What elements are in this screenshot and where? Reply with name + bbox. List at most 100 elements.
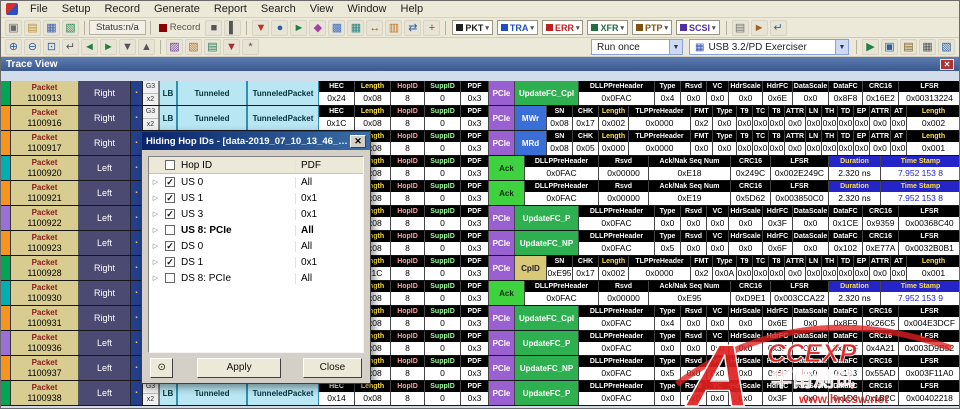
statistics-icon[interactable]: ▥ <box>385 20 402 36</box>
field-type[interactable]: Type0x4 <box>655 306 681 330</box>
tunneled-packet-cell[interactable]: TunneledPacket <box>247 381 319 405</box>
close-button[interactable]: Close <box>303 358 362 378</box>
field-ack-nak-seq-num[interactable]: Ack/Nak Seq Num0xE19 <box>649 181 731 205</box>
settings-icon[interactable]: * <box>242 39 259 55</box>
field-suppid[interactable]: SuppID0 <box>425 231 461 255</box>
packet-cell[interactable]: Packet1100920 <box>11 156 79 180</box>
direction-cell[interactable]: Left <box>79 206 131 230</box>
field-vc[interactable]: VC0x0 <box>707 331 729 355</box>
field-hdrscale[interactable]: HdrScale0x0 <box>729 381 763 405</box>
field-hopid[interactable]: HopID8 <box>391 106 425 130</box>
field-hdrfc[interactable]: HdrFC0x6F <box>763 231 793 255</box>
menu-search[interactable]: Search <box>254 2 303 16</box>
field-pdf[interactable]: PDF0x3 <box>461 381 489 405</box>
packet-type-pcie[interactable]: PCIe <box>489 81 515 105</box>
field-pdf[interactable]: PDF0x3 <box>461 206 489 230</box>
field-datafc[interactable]: DataFC0x102 <box>829 231 863 255</box>
packet-cell[interactable]: Packet1100923 <box>11 231 79 255</box>
hop-id-checkbox[interactable] <box>162 273 178 283</box>
apply-button[interactable]: Apply <box>197 358 281 378</box>
field-vc[interactable]: VC0x0 <box>707 206 729 230</box>
field-type[interactable]: Type0x5 <box>655 231 681 255</box>
packet-cell[interactable]: Packet1100938 <box>11 381 79 405</box>
field-type[interactable]: Type0x0 <box>655 331 681 355</box>
field-hopid[interactable]: HopID8 <box>391 256 425 280</box>
field-vc[interactable]: VC0x0 <box>707 306 729 330</box>
expander-icon[interactable]: ▷ <box>149 242 162 250</box>
field-length[interactable]: Length0x002 <box>599 106 629 130</box>
packet-type-pcie[interactable]: PCIe <box>489 206 515 230</box>
field-attr[interactable]: ATTR0x0 <box>785 106 806 130</box>
field-datascale[interactable]: DataScale0x0 <box>793 306 829 330</box>
packet-type-mrd[interactable]: MRd <box>515 131 547 155</box>
field-ln[interactable]: LN0x0 <box>806 131 822 155</box>
packet-type-ack[interactable]: Ack <box>489 281 525 305</box>
field-tc[interactable]: TC0x0 <box>753 106 769 130</box>
field-length[interactable]: Length0x002 <box>599 256 629 280</box>
field-crc16[interactable]: CRC160x4A21 <box>863 331 899 355</box>
field-chk[interactable]: CHK0x17 <box>573 106 599 130</box>
packet-type-updatefc-cpl[interactable]: UpdateFC_Cpl <box>515 306 579 330</box>
field-hdrfc[interactable]: HdrFC0x6E <box>763 81 793 105</box>
packet-type-pcie[interactable]: PCIe <box>489 256 515 280</box>
packet-cell[interactable]: Packet1100916 <box>11 106 79 130</box>
menu-generate[interactable]: Generate <box>147 2 207 16</box>
field-hec[interactable]: HEC0x1C <box>319 106 355 130</box>
field-fmt[interactable]: FMT0x2 <box>691 106 713 130</box>
hop-id-checkbox[interactable] <box>162 225 178 235</box>
field-t8[interactable]: T80x0 <box>769 131 785 155</box>
field-rsvd[interactable]: Rsvd0x0 <box>681 356 707 380</box>
new-window-icon[interactable]: ▧ <box>938 39 955 55</box>
field-lfsr[interactable]: LFSR0x00368C40 <box>899 206 960 230</box>
direction-cell[interactable]: Left <box>79 356 131 380</box>
field-datascale[interactable]: DataScale0x0 <box>793 231 829 255</box>
hop-id-row-us-8-pcie[interactable]: ▷US 8: PCIeAll <box>149 222 363 238</box>
field-type[interactable]: Type0x0 <box>655 206 681 230</box>
packet-type-pcie[interactable]: PCIe <box>489 231 515 255</box>
expander-icon[interactable]: ▷ <box>149 194 162 202</box>
field-pdf[interactable]: PDF0x3 <box>461 256 489 280</box>
export-icon[interactable]: ► <box>751 20 768 36</box>
packet-cell[interactable]: Packet1100922 <box>11 206 79 230</box>
field-rsvd[interactable]: Rsvd0x0 <box>681 306 707 330</box>
field-tc[interactable]: TC0x0 <box>753 131 769 155</box>
field-attr[interactable]: ATTR0x0 <box>870 131 891 155</box>
packet-type-ack[interactable]: Ack <box>489 181 525 205</box>
field-length[interactable]: Length0x000 <box>599 131 629 155</box>
format-icon[interactable]: ▤ <box>204 39 221 55</box>
field-lfsr[interactable]: LFSR0x00313224 <box>899 81 960 105</box>
expander-icon[interactable]: ▷ <box>149 210 162 218</box>
field-hdrfc[interactable]: HdrFC0x6E <box>763 306 793 330</box>
menu-help[interactable]: Help <box>394 2 431 16</box>
field-length[interactable]: Length0x002 <box>907 106 960 130</box>
field-suppid[interactable]: SuppID0 <box>425 81 461 105</box>
timing-icon[interactable]: ↔ <box>366 20 383 36</box>
field-type[interactable]: Type0x5 <box>655 356 681 380</box>
expander-icon[interactable]: ▷ <box>149 226 162 234</box>
open-icon[interactable]: ▤ <box>24 20 41 36</box>
field-rsvd[interactable]: Rsvd0x0 <box>681 331 707 355</box>
toggle-visibility-button[interactable]: ⊙ <box>150 358 173 378</box>
field-tlppreheader[interactable]: TLPPreHeader0x0000 <box>629 106 691 130</box>
packet-type-updatefc-np[interactable]: UpdateFC_NP <box>515 231 579 255</box>
field-hdrscale[interactable]: HdrScale0x0 <box>729 331 763 355</box>
field-rsvd[interactable]: Rsvd0x00000 <box>599 281 649 305</box>
field-crc16[interactable]: CRC160x5D62 <box>731 181 771 205</box>
field-dllppreheader[interactable]: DLLPPreHeader0x0FAC <box>579 231 655 255</box>
field-rsvd[interactable]: Rsvd0x00000 <box>599 181 649 205</box>
trigger-icon[interactable]: ▼ <box>252 20 269 36</box>
field-hdrfc[interactable]: HdrFC0x3F <box>763 331 793 355</box>
field-length[interactable]: Length0x001 <box>907 256 960 280</box>
field-rsvd[interactable]: Rsvd0x0 <box>681 81 707 105</box>
packet-type-pcie[interactable]: PCIe <box>489 356 515 380</box>
field-datascale[interactable]: DataScale0x0 <box>793 381 829 405</box>
field-at[interactable]: AT0x0 <box>891 131 907 155</box>
field-hopid[interactable]: HopID8 <box>391 206 425 230</box>
hop-id-row-us-3[interactable]: ▷✓US 30x1 <box>149 206 363 222</box>
grid-view-icon[interactable]: ▦ <box>919 39 936 55</box>
field-datafc[interactable]: DataFC0x8F8 <box>829 81 863 105</box>
field-crc16[interactable]: CRC160x9359 <box>863 206 899 230</box>
field-hdrscale[interactable]: HdrScale0x0 <box>729 231 763 255</box>
packet-type-pcie[interactable]: PCIe <box>489 131 515 155</box>
field-pdf[interactable]: PDF0x3 <box>461 331 489 355</box>
